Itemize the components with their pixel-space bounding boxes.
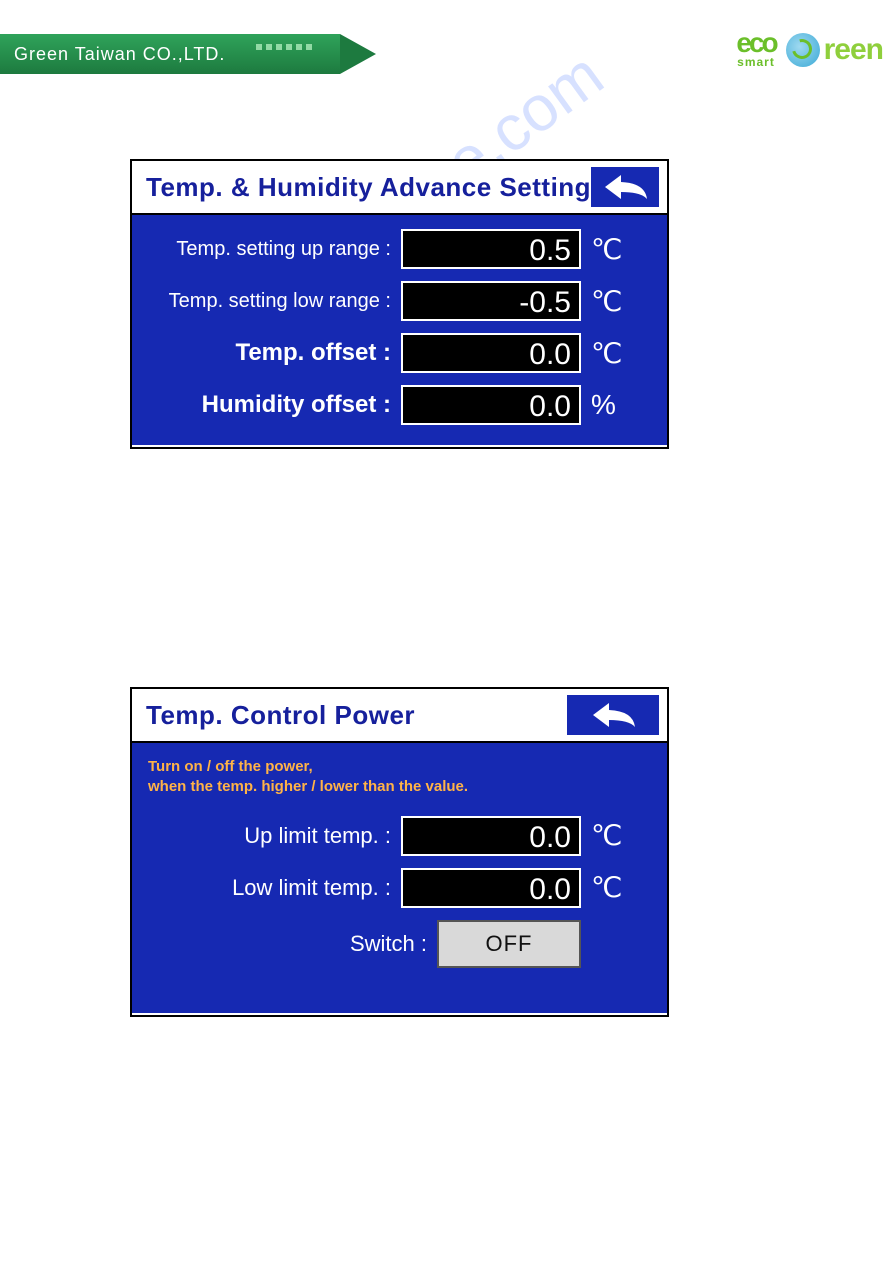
back-button[interactable] (591, 167, 659, 207)
green-logo: reen (786, 33, 883, 67)
temp-control-power-panel: Temp. Control Power Turn on / off the po… (130, 687, 669, 1017)
up-limit-input[interactable]: 0.0 (401, 816, 581, 856)
humidity-offset-label: Humidity offset : (148, 391, 401, 419)
eco-smart-logo: eco smart (736, 30, 775, 69)
panel2-header: Temp. Control Power (132, 689, 667, 743)
switch-toggle[interactable]: OFF (437, 920, 581, 968)
header-ribbon: Green Taiwan CO.,LTD. (0, 34, 400, 74)
panel2-hint: Turn on / off the power, when the temp. … (148, 757, 651, 798)
temp-offset-row: Temp. offset : 0.0 ℃ (148, 333, 651, 373)
temp-low-range-label: Temp. setting low range : (148, 290, 401, 313)
back-arrow-icon (601, 173, 649, 201)
brand-logos: eco smart reen (736, 30, 883, 69)
low-limit-unit: ℃ (581, 871, 651, 904)
hint-line-2: when the temp. higher / lower than the v… (148, 778, 468, 795)
temp-humidity-panel: Temp. & Humidity Advance Setting Temp. s… (130, 159, 669, 449)
low-limit-label: Low limit temp. : (148, 875, 401, 901)
humidity-offset-input[interactable]: 0.0 (401, 385, 581, 425)
ribbon-decoration (256, 44, 316, 50)
temp-offset-label: Temp. offset : (148, 339, 401, 367)
back-arrow-icon (589, 701, 637, 729)
temp-up-range-input[interactable]: 0.5 (401, 229, 581, 269)
up-limit-label: Up limit temp. : (148, 823, 401, 849)
temp-offset-input[interactable]: 0.0 (401, 333, 581, 373)
panel2-body: Turn on / off the power, when the temp. … (132, 743, 667, 1013)
globe-icon (786, 33, 820, 67)
temp-up-range-row: Temp. setting up range : 0.5 ℃ (148, 229, 651, 269)
humidity-offset-unit: % (581, 389, 651, 421)
green-logo-text: reen (824, 33, 883, 67)
temp-low-range-unit: ℃ (581, 285, 651, 318)
temp-low-range-input[interactable]: -0.5 (401, 281, 581, 321)
back-button[interactable] (567, 695, 659, 735)
panel1-header: Temp. & Humidity Advance Setting (132, 161, 667, 215)
humidity-offset-row: Humidity offset : 0.0 % (148, 385, 651, 425)
temp-up-range-label: Temp. setting up range : (148, 238, 401, 261)
panel1-body: Temp. setting up range : 0.5 ℃ Temp. set… (132, 215, 667, 445)
temp-offset-unit: ℃ (581, 337, 651, 370)
panel1-title: Temp. & Humidity Advance Setting (146, 172, 591, 203)
temp-low-range-row: Temp. setting low range : -0.5 ℃ (148, 281, 651, 321)
up-limit-unit: ℃ (581, 819, 651, 852)
low-limit-input[interactable]: 0.0 (401, 868, 581, 908)
switch-label: Switch : (148, 931, 437, 957)
temp-up-range-unit: ℃ (581, 233, 651, 266)
hint-line-1: Turn on / off the power, (148, 758, 313, 775)
up-limit-row: Up limit temp. : 0.0 ℃ (148, 816, 651, 856)
switch-row: Switch : OFF (148, 920, 651, 968)
eco-logo-top: eco (736, 30, 775, 55)
panel2-title: Temp. Control Power (146, 700, 415, 731)
low-limit-row: Low limit temp. : 0.0 ℃ (148, 868, 651, 908)
company-name: Green Taiwan CO.,LTD. (0, 44, 225, 65)
eco-logo-bottom: smart (737, 55, 775, 69)
